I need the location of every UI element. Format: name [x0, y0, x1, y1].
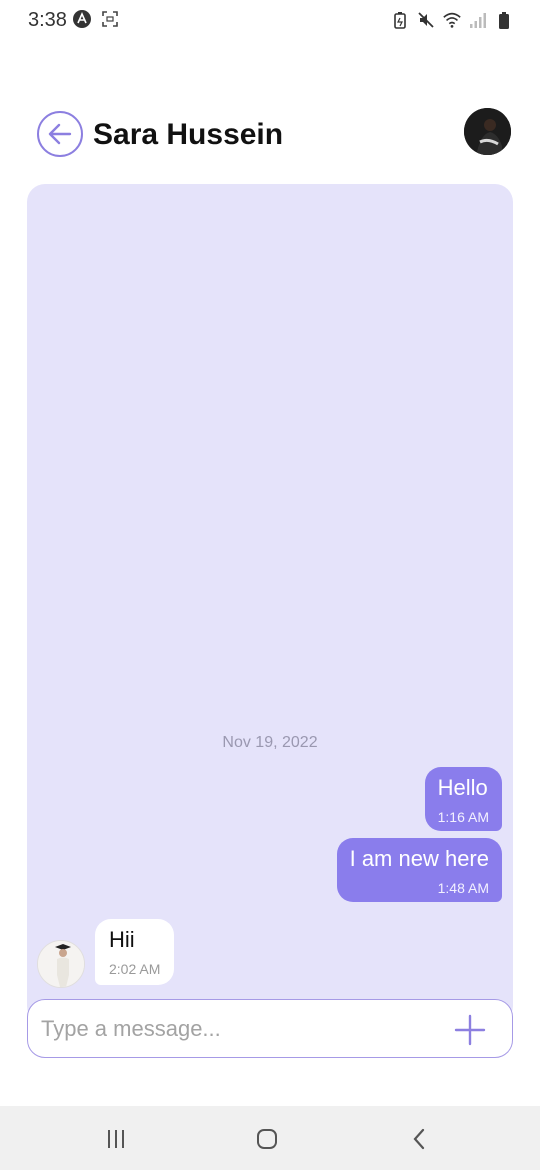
- message-time: 1:16 AM: [437, 809, 489, 825]
- wifi-icon: [442, 10, 462, 30]
- status-bar: 3:38: [0, 0, 540, 40]
- screenshot-icon: [100, 9, 120, 29]
- message-time: 2:02 AM: [109, 961, 161, 977]
- composer: [27, 999, 513, 1058]
- arrow-left-icon: [48, 123, 72, 145]
- message-text: Hii: [109, 927, 135, 952]
- message-time: 1:48 AM: [437, 880, 489, 896]
- outgoing-message[interactable]: Hello 1:16 AM: [424, 767, 502, 831]
- home-button[interactable]: [252, 1124, 282, 1154]
- sender-avatar[interactable]: [37, 940, 85, 988]
- signal-icon: [468, 10, 488, 30]
- plus-icon: [454, 1014, 486, 1046]
- mute-icon: [416, 10, 436, 30]
- status-right-icons: [390, 10, 514, 30]
- contact-name: Sara Hussein: [93, 118, 284, 151]
- back-button[interactable]: [37, 111, 83, 157]
- status-left-icons: [72, 9, 120, 29]
- recent-apps-icon: [108, 1130, 124, 1148]
- chat-header: Sara Hussein: [0, 108, 540, 164]
- add-attachment-button[interactable]: [454, 1014, 486, 1046]
- message-text: I am new here: [349, 846, 489, 871]
- system-nav-bar: [0, 1106, 540, 1170]
- incoming-message[interactable]: Hii 2:02 AM: [95, 919, 175, 985]
- recent-apps-button[interactable]: [101, 1124, 131, 1154]
- nav-back-button[interactable]: [404, 1124, 434, 1154]
- message-input[interactable]: [41, 1010, 441, 1048]
- back-icon: [413, 1128, 425, 1150]
- home-icon: [257, 1129, 277, 1149]
- battery-icon: [494, 10, 514, 30]
- contact-avatar[interactable]: [464, 108, 511, 155]
- app-a-icon: [72, 9, 92, 29]
- date-separator: Nov 19, 2022: [222, 734, 318, 751]
- outgoing-message[interactable]: I am new here 1:48 AM: [336, 838, 502, 902]
- battery-saver-icon: [390, 10, 410, 30]
- message-text: Hello: [437, 775, 488, 800]
- chat-panel[interactable]: Nov 19, 2022 Hello 1:16 AM I am new here…: [27, 184, 513, 1024]
- status-time: 3:38: [28, 9, 67, 31]
